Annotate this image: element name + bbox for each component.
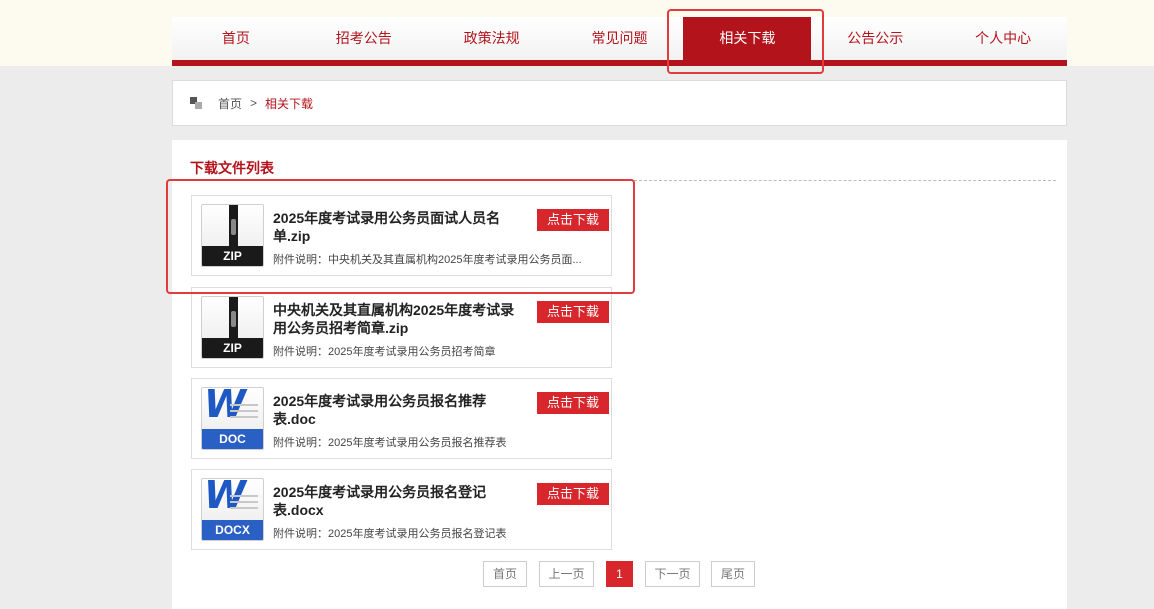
breadcrumb-current: 相关下载: [265, 96, 314, 111]
page-current-button[interactable]: 1: [606, 561, 633, 587]
page-first-button[interactable]: 首页: [483, 561, 527, 587]
zip-file-icon: ZIP: [201, 296, 264, 359]
file-type-label: ZIP: [202, 338, 263, 358]
file-name[interactable]: 2025年度考试录用公务员报名推荐表.doc: [273, 392, 528, 428]
file-description: 附件说明：2025年度考试录用公务员招考简章: [273, 346, 496, 358]
file-description: 附件说明：2025年度考试录用公务员报名推荐表: [273, 437, 507, 449]
page-last-button[interactable]: 尾页: [711, 561, 755, 587]
nav-item-recruitment-notices[interactable]: 招考公告: [300, 17, 428, 60]
list-title: 下载文件列表: [190, 160, 274, 176]
file-type-label: DOC: [202, 429, 263, 449]
word-file-icon: W DOCX: [201, 478, 264, 541]
breadcrumb-icon: [190, 97, 202, 109]
breadcrumb-separator: >: [250, 96, 258, 110]
download-button[interactable]: 点击下载: [537, 301, 609, 323]
file-item: ZIP 中央机关及其直属机构2025年度考试录用公务员招考简章.zip 附件说明…: [191, 287, 612, 368]
breadcrumb-home-link[interactable]: 首页: [218, 95, 242, 112]
breadcrumb: 首页 > 相关下载: [172, 80, 1067, 126]
nav-item-announcements[interactable]: 公告公示: [811, 17, 939, 60]
highlight-box-first-file: [166, 179, 635, 294]
highlight-box-nav: [667, 9, 824, 74]
nav-item-faq[interactable]: 常见问题: [556, 17, 684, 60]
file-name[interactable]: 中央机关及其直属机构2025年度考试录用公务员招考简章.zip: [273, 301, 528, 337]
file-type-label: DOCX: [202, 520, 263, 540]
download-button[interactable]: 点击下载: [537, 392, 609, 414]
download-button[interactable]: 点击下载: [537, 483, 609, 505]
file-item: W DOC 2025年度考试录用公务员报名推荐表.doc 附件说明：2025年度…: [191, 378, 612, 459]
file-description: 附件说明：2025年度考试录用公务员报名登记表: [273, 528, 507, 540]
file-name[interactable]: 2025年度考试录用公务员报名登记表.docx: [273, 483, 528, 519]
nav-item-home[interactable]: 首页: [172, 17, 300, 60]
word-file-icon: W DOC: [201, 387, 264, 450]
pagination: 首页 上一页 1 下一页 尾页: [172, 561, 1067, 587]
nav-item-personal-center[interactable]: 个人中心: [939, 17, 1067, 60]
page-prev-button[interactable]: 上一页: [539, 561, 594, 587]
page-next-button[interactable]: 下一页: [645, 561, 700, 587]
main-nav: 首页 招考公告 政策法规 常见问题 相关下载 公告公示 个人中心: [172, 17, 1067, 66]
nav-item-policies[interactable]: 政策法规: [428, 17, 556, 60]
file-item: W DOCX 2025年度考试录用公务员报名登记表.docx 附件说明：2025…: [191, 469, 612, 550]
